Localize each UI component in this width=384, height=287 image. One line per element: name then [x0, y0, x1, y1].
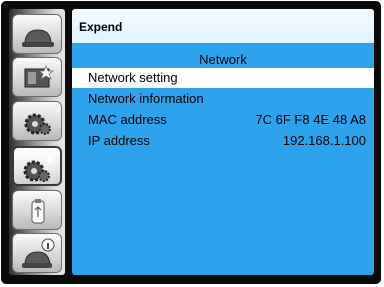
- usb-icon: [31, 199, 45, 224]
- menu-item-network-information[interactable]: Network information: [72, 89, 374, 109]
- info-icon: [22, 238, 55, 268]
- expend-panel: Expend Network Network setting Network i…: [72, 9, 374, 275]
- sidebar-item-picture[interactable]: [12, 57, 62, 97]
- ip-address-label: IP address: [88, 133, 150, 148]
- menu-frame: Expend Network Network setting Network i…: [1, 1, 381, 284]
- settings-gear-icon: [24, 113, 51, 135]
- display-icon: [22, 29, 54, 47]
- expand-gear-icon: [23, 156, 54, 182]
- menu-item-label: Network setting: [88, 70, 178, 85]
- sidebar: [9, 9, 65, 275]
- sidebar-item-settings[interactable]: [12, 101, 62, 141]
- menu-item-mac-address: MAC address 7C 6F F8 4E 48 A8: [72, 110, 374, 130]
- picture-icon: [24, 65, 55, 88]
- sidebar-item-info[interactable]: [12, 233, 62, 273]
- sidebar-item-usb[interactable]: [12, 190, 62, 230]
- menu-item-network-setting[interactable]: Network setting: [72, 68, 374, 88]
- sidebar-item-expand[interactable]: [12, 146, 62, 186]
- panel-header: Expend: [72, 9, 374, 43]
- section-title: Network: [199, 52, 247, 67]
- panel-title: Expend: [79, 20, 123, 34]
- menu-item-label: Network information: [88, 91, 204, 106]
- mac-address-label: MAC address: [88, 112, 167, 127]
- sidebar-item-display[interactable]: [12, 14, 62, 54]
- ip-address-value: 192.168.1.100: [282, 133, 366, 148]
- mac-address-value: 7C 6F F8 4E 48 A8: [255, 112, 366, 127]
- menu-item-ip-address: IP address 192.168.1.100: [72, 131, 374, 151]
